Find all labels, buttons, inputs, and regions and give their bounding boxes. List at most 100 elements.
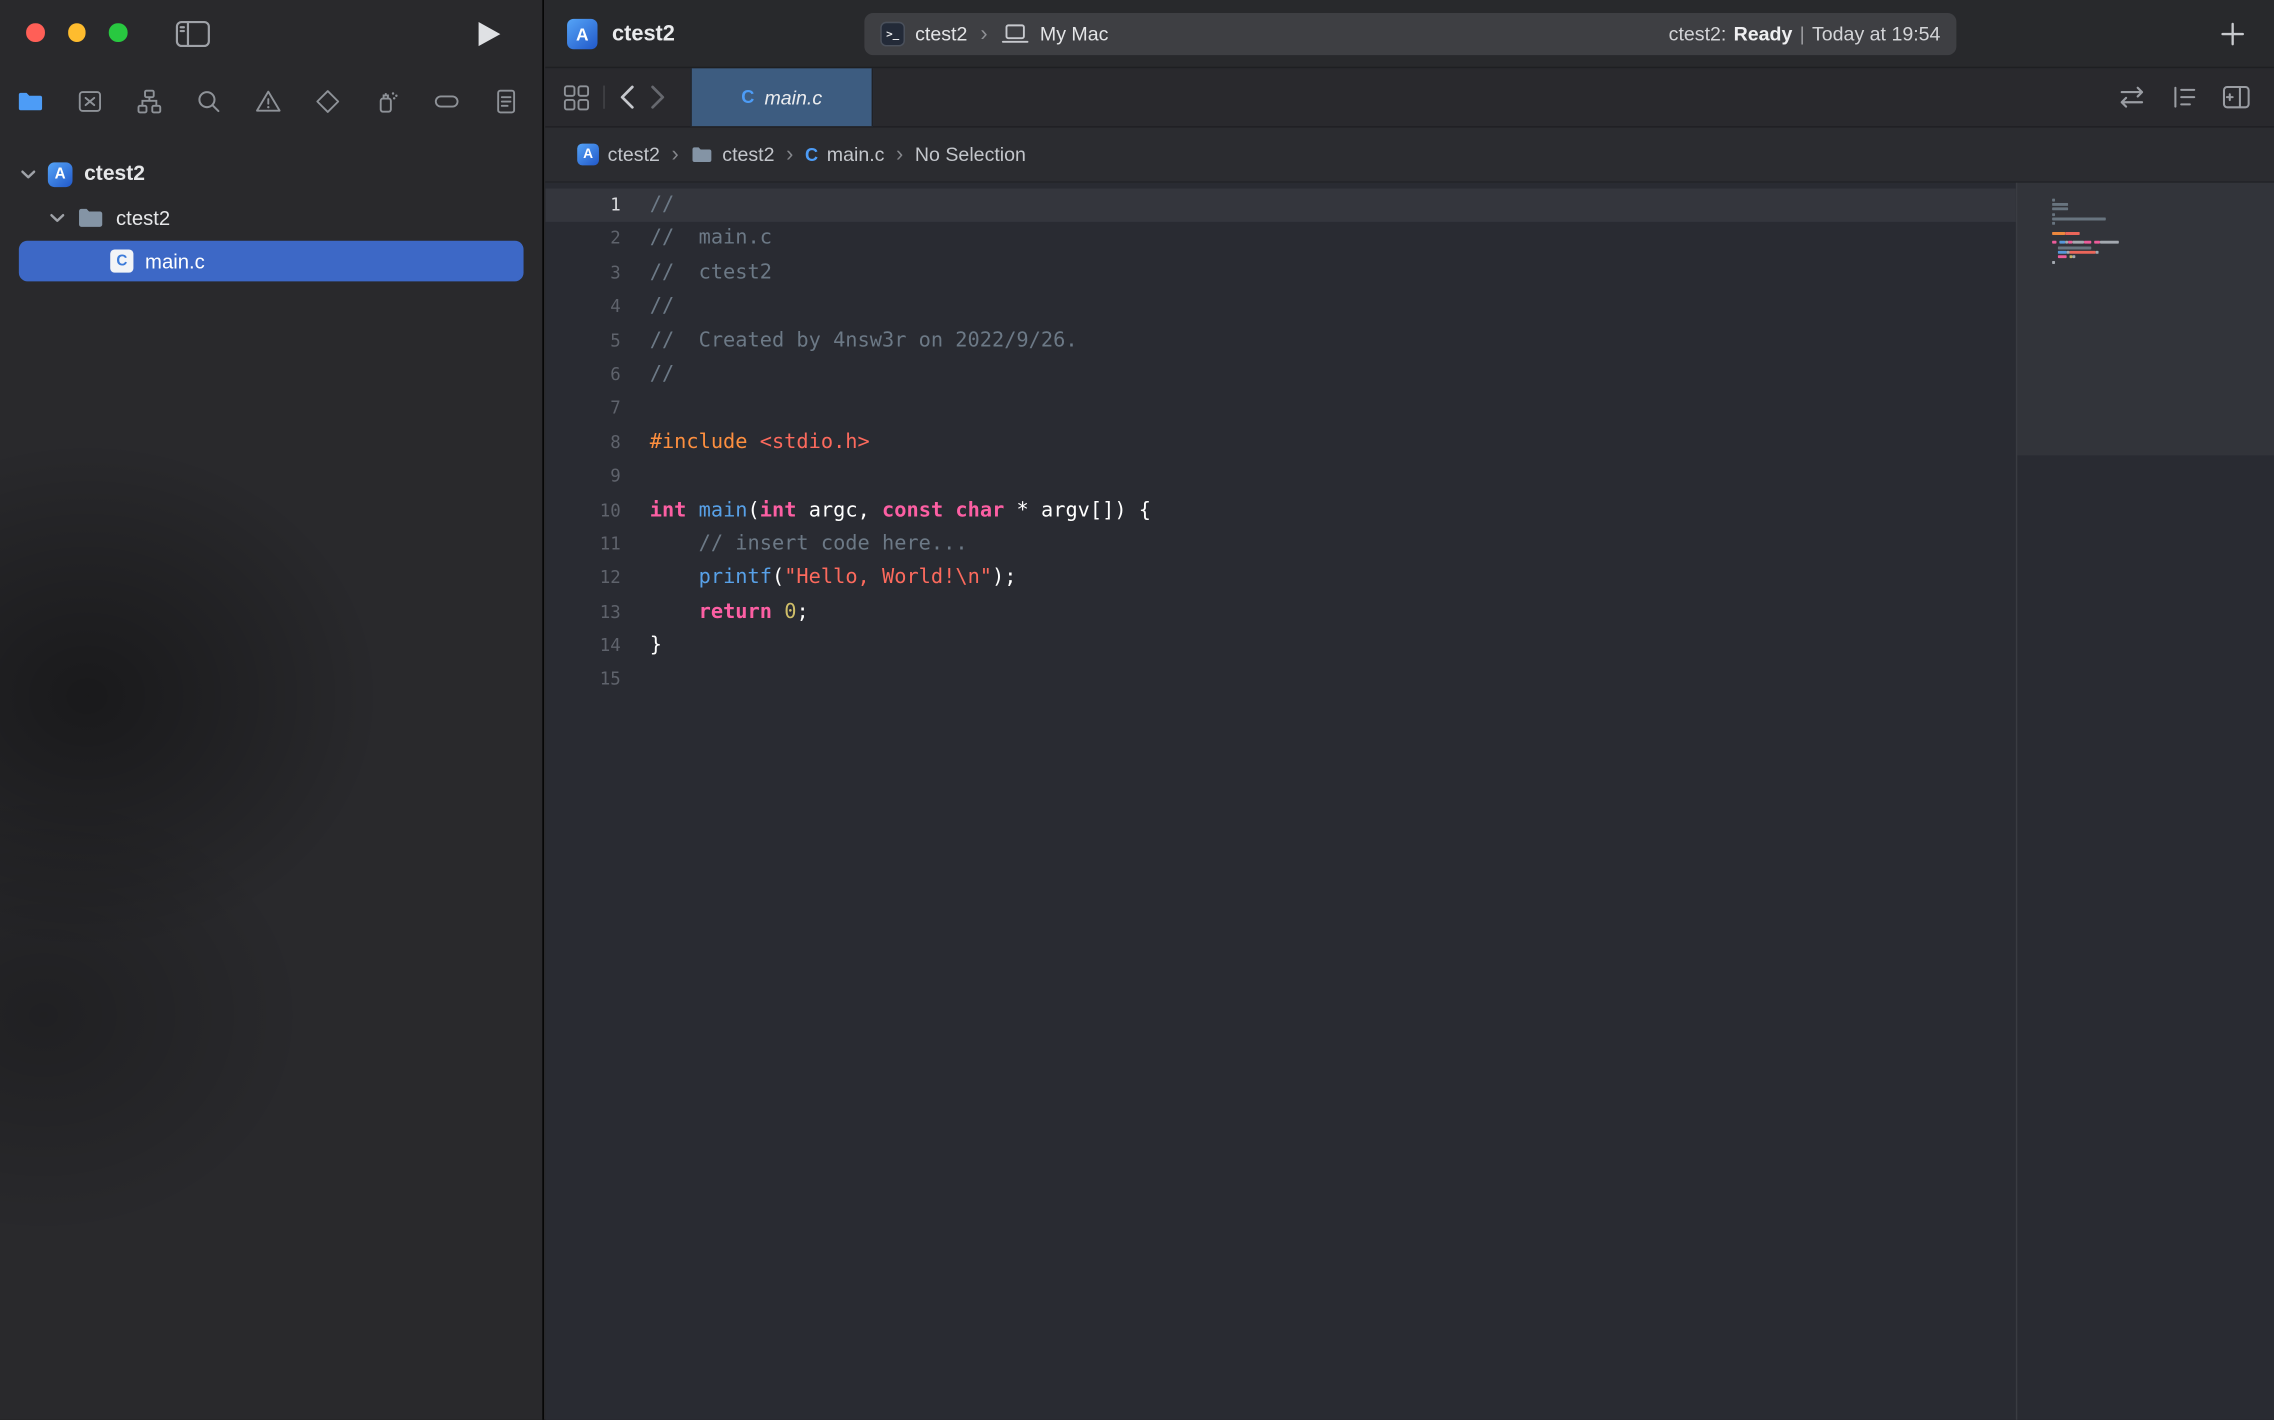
minimap-line: [2052, 264, 2118, 269]
code-line[interactable]: 3 // ctest2: [545, 256, 2016, 290]
line-number: 1: [545, 189, 620, 223]
line-number: 11: [545, 528, 620, 562]
code-line[interactable]: 5// Created by 4nsw3r on 2022/9/26.: [545, 324, 2016, 358]
jump-bar: A ctest2 › ctest2 › C main.c › No Select…: [545, 128, 2274, 183]
navigator-sidebar: A ctest2 ctest2 C main.c: [0, 0, 544, 1420]
line-text: // ctest2: [650, 256, 772, 290]
jumpbar-item-group[interactable]: ctest2: [690, 144, 774, 166]
chevron-down-icon[interactable]: [20, 169, 36, 179]
tree-row-project[interactable]: A ctest2: [0, 152, 542, 196]
code-line[interactable]: 15: [545, 663, 2016, 697]
activity-view[interactable]: >_ ctest2 › My Mac ctest2: Ready | Today…: [864, 13, 1956, 55]
line-number: 9: [545, 460, 620, 494]
sidebar-toolbar: [0, 0, 542, 68]
line-text: // main.c: [650, 222, 772, 256]
jumpbar-item-selection[interactable]: No Selection: [915, 144, 1026, 166]
jumpbar-item-project[interactable]: A ctest2: [577, 144, 660, 166]
editor-pane: A ctest2 >_ ctest2 › My Mac ctest2: Read…: [545, 0, 2274, 1420]
tree-label-group: ctest2: [116, 206, 170, 229]
xcode-app-icon: A: [567, 19, 597, 49]
symbol-navigator-icon[interactable]: [135, 87, 164, 116]
add-tab-icon[interactable]: [2220, 22, 2245, 47]
tab-main-c[interactable]: C main.c: [690, 68, 873, 126]
status-project-label: ctest2:: [1669, 23, 1727, 45]
source-editor[interactable]: 1//2// main.c3// ctest24//5// Created by…: [545, 183, 2274, 1420]
tab-label: main.c: [764, 86, 822, 108]
toggle-sidebar-icon[interactable]: [175, 20, 210, 48]
line-number: 10: [545, 494, 620, 528]
source-control-navigator-icon[interactable]: [75, 87, 104, 116]
window-controls: [26, 23, 127, 41]
add-editor-icon[interactable]: [2222, 84, 2251, 110]
line-number: 13: [545, 596, 620, 630]
activity-status: ctest2: Ready | Today at 19:54: [1669, 23, 1941, 45]
find-navigator-icon[interactable]: [194, 87, 223, 116]
close-button[interactable]: [26, 23, 44, 41]
history-nav: [618, 84, 667, 110]
line-text: //: [650, 358, 674, 392]
code-line[interactable]: 1 //: [545, 189, 2016, 223]
tree-label-project: ctest2: [84, 162, 145, 185]
report-navigator-icon[interactable]: [492, 87, 521, 116]
jumpbar-item-file[interactable]: C main.c: [805, 144, 884, 166]
test-navigator-icon[interactable]: [313, 87, 342, 116]
code-line[interactable]: 8#include <stdio.h>: [545, 426, 2016, 460]
line-text: // insert code here...: [650, 528, 968, 562]
code-line[interactable]: 14}: [545, 630, 2016, 664]
chevron-separator: ›: [786, 142, 793, 167]
destination-name[interactable]: My Mac: [1040, 23, 1109, 45]
zoom-button[interactable]: [109, 23, 127, 41]
editor-tab-bar: C main.c: [545, 68, 2274, 127]
line-number: 14: [545, 630, 620, 664]
xcode-project-icon: A: [48, 162, 73, 187]
status-time: Today at 19:54: [1812, 23, 1940, 45]
chevron-down-icon[interactable]: [49, 212, 65, 222]
run-button[interactable]: [477, 20, 502, 48]
debug-navigator-icon[interactable]: [373, 87, 402, 116]
code-line[interactable]: 10 int main(int argc, const char * argv[]…: [545, 494, 2016, 528]
adjust-editor-icon[interactable]: [2171, 84, 2199, 110]
code-lines[interactable]: 1//2// main.c3// ctest24//5// Created by…: [545, 183, 2016, 1420]
scheme-name[interactable]: ctest2: [915, 23, 967, 45]
line-number: 6: [545, 358, 620, 392]
code-line[interactable]: 6 //: [545, 358, 2016, 392]
code-line[interactable]: 9: [545, 460, 2016, 494]
line-number: 4: [545, 290, 620, 324]
folder-icon: [77, 206, 105, 229]
scheme-destination: >_ ctest2 › My Mac: [880, 22, 1108, 47]
tree-row-main-c[interactable]: C main.c: [19, 241, 524, 282]
code-line[interactable]: 4 //: [545, 290, 2016, 324]
line-text: //: [650, 290, 674, 324]
divider: [603, 86, 604, 109]
back-icon[interactable]: [618, 84, 635, 110]
code-line[interactable]: 2// main.c: [545, 222, 2016, 256]
line-text: [650, 663, 662, 697]
code-line[interactable]: 7: [545, 392, 2016, 426]
line-text: //: [650, 189, 674, 223]
breakpoint-navigator-icon[interactable]: [432, 87, 461, 116]
code-line[interactable]: 13 return 0;: [545, 596, 2016, 630]
laptop-icon: [1001, 23, 1030, 45]
line-text: printf("Hello, World!\n");: [650, 562, 1017, 596]
project-navigator-icon[interactable]: [16, 87, 45, 116]
code-line[interactable]: 11 // insert code here...: [545, 528, 2016, 562]
status-state: Ready: [1734, 23, 1793, 45]
minimize-button[interactable]: [67, 23, 85, 41]
issue-navigator-icon[interactable]: [254, 87, 283, 116]
line-text: return 0;: [650, 596, 809, 630]
line-text: int main(int argc, const char * argv[]) …: [650, 494, 1151, 528]
line-number: 3: [545, 256, 620, 290]
minimap[interactable]: [2016, 183, 2274, 1420]
c-file-icon: C: [741, 87, 754, 107]
code-line[interactable]: 12 printf("Hello, World!\n");: [545, 562, 2016, 596]
forward-icon[interactable]: [650, 84, 667, 110]
c-file-icon: C: [805, 144, 818, 164]
jumpbar-label: ctest2: [608, 144, 660, 166]
scheme-glyph: >_: [886, 28, 899, 41]
line-text: #include <stdio.h>: [650, 426, 870, 460]
editor-grid-icon[interactable]: [563, 83, 591, 111]
chevron-separator: ›: [672, 142, 679, 167]
code-review-icon[interactable]: [2116, 86, 2148, 109]
jumpbar-label: main.c: [827, 144, 885, 166]
tree-row-group[interactable]: ctest2: [0, 196, 542, 240]
